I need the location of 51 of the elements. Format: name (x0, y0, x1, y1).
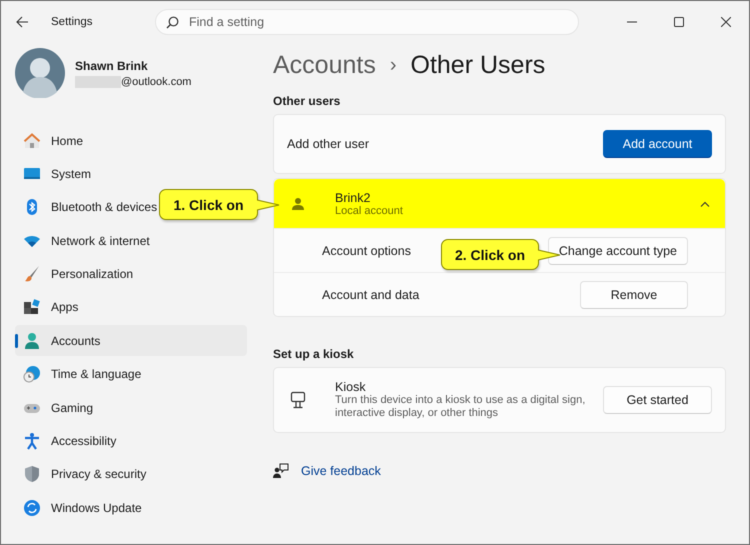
sidebar-item[interactable]: Home (15, 125, 247, 156)
get-started-button[interactable]: Get started (603, 386, 712, 414)
callout-tooltip: 1. Click on (159, 189, 258, 220)
sidebar-item[interactable]: Windows Update (15, 492, 247, 524)
row-label: Account options (322, 244, 411, 258)
feedback-link[interactable]: Give feedback (301, 464, 381, 478)
row-title: Kiosk (335, 380, 367, 394)
user-name: Brink2 (335, 190, 372, 204)
person-icon (23, 332, 41, 350)
avatar (15, 48, 65, 98)
page-title: Other Users (410, 50, 546, 80)
user-row[interactable]: Brink2 Local account (274, 179, 725, 228)
feedback-icon (273, 463, 289, 479)
profile-name: Shawn Brink (75, 58, 149, 72)
back-icon[interactable] (15, 15, 29, 29)
add-account-button[interactable]: Add account (603, 130, 712, 158)
paintbrush-icon (23, 265, 41, 284)
change-account-type-button[interactable]: Change account type (548, 236, 688, 264)
profile-email: @outlook.com (121, 76, 192, 88)
sidebar-item[interactable]: Time & language (15, 358, 247, 390)
callout-pointer (257, 199, 280, 211)
sidebar-item[interactable]: Privacy & security (15, 458, 247, 490)
row-label: Add other user (287, 137, 369, 151)
callout-pointer (538, 249, 561, 261)
apps-icon (23, 298, 41, 316)
breadcrumb-separator: › (390, 54, 397, 76)
sidebar-item[interactable]: Network & internet (15, 225, 247, 256)
section-heading: Set up a kiosk (273, 347, 355, 361)
home-icon (23, 132, 41, 150)
breadcrumb-link[interactable]: Accounts (273, 50, 376, 80)
window-title: Settings (51, 16, 94, 28)
row-label: Account and data (322, 288, 420, 302)
sidebar-item[interactable]: Personalization (15, 258, 247, 290)
chevron-icon[interactable] (700, 200, 710, 206)
shield-icon (23, 465, 41, 484)
search-icon (166, 16, 179, 29)
remove-button[interactable]: Remove (580, 280, 688, 308)
sidebar-item[interactable]: Gaming (15, 392, 247, 424)
globe-clock-icon (23, 365, 41, 384)
accessibility-icon (23, 432, 41, 450)
sidebar-item[interactable]: Accessibility (15, 426, 247, 457)
sidebar-item[interactable]: System (15, 158, 247, 190)
selection-indicator (15, 334, 18, 348)
row-description: Turn this device into a kiosk to use as a digital sign, interactive display, or other things (335, 394, 586, 420)
account-type: Local account (335, 204, 403, 216)
sidebar-item[interactable]: Accounts (15, 325, 247, 356)
sidebar-item[interactable]: Apps (15, 292, 247, 323)
sync-icon (23, 498, 41, 517)
callout-tooltip: 2. Click on (441, 239, 539, 270)
section-heading: Other users (273, 94, 342, 108)
search-field[interactable]: Find a setting (155, 9, 579, 35)
